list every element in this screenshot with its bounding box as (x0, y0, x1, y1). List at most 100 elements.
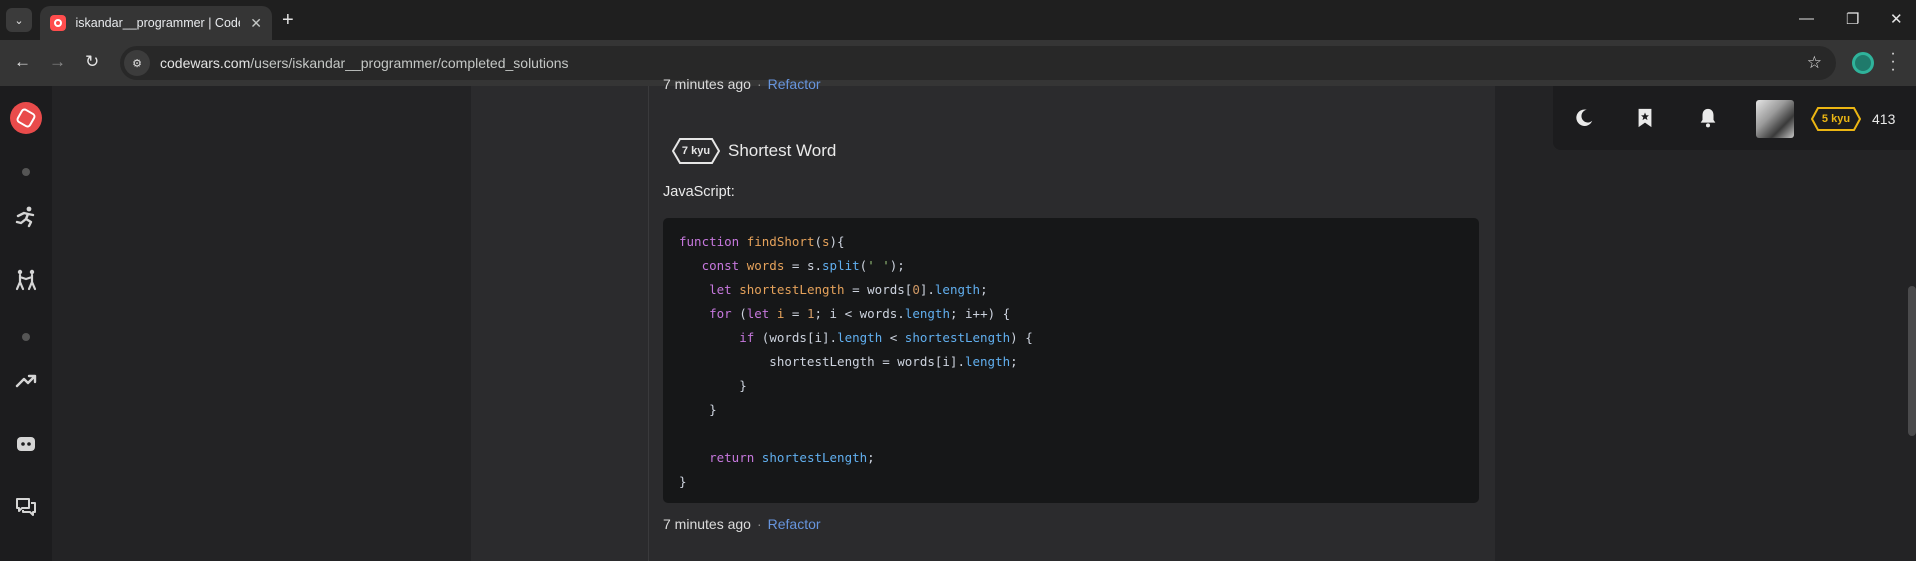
previous-solution-meta: 7 minutes ago · Refactor (663, 76, 821, 92)
code-token: ' ' (867, 258, 890, 273)
discord-icon[interactable] (13, 431, 39, 457)
code-token: ; (980, 282, 988, 297)
code-line: function findShort(s){ (679, 230, 1463, 254)
code-token: words (746, 258, 785, 273)
solution-time: 7 minutes ago (663, 516, 751, 532)
bookmark-icon[interactable] (1631, 104, 1659, 132)
code-token: = (784, 306, 807, 321)
code-token: (words[i]. (761, 330, 838, 345)
new-tab-button[interactable]: + (282, 10, 294, 30)
page: 7 minutes ago · Refactor 7 kyu Shortest Wo… (0, 76, 1916, 561)
code-line: let shortestLength = words[0].length; (679, 278, 1463, 302)
tab-title: iskandar__programmer | Codewars (75, 16, 241, 30)
kyu-rank-label: 5 kyu (1821, 113, 1851, 125)
code-line: for (let i = 1; i < words.length; i++) { (679, 302, 1463, 326)
tab-close-icon[interactable]: ✕ (250, 15, 262, 32)
refactor-link[interactable]: Refactor (768, 76, 821, 92)
extension-icon[interactable] (1852, 52, 1874, 74)
kata-title[interactable]: Shortest Word (728, 141, 836, 161)
code-line: return shortestLength; (679, 446, 1463, 470)
code-token: = words[ (844, 282, 913, 297)
code-token: const (679, 258, 747, 273)
code-token: ); (889, 258, 905, 273)
window-close-button[interactable]: ✕ (1890, 10, 1903, 28)
browser-menu-icon[interactable]: · · · (1890, 46, 1896, 78)
code-token: length (964, 354, 1011, 369)
refactor-link[interactable]: Refactor (768, 516, 821, 532)
codewars-favicon-icon (50, 15, 66, 31)
code-token: function (679, 234, 747, 249)
code-line: } (679, 398, 1463, 422)
bookmark-star-icon[interactable]: ☆ (1807, 53, 1822, 73)
code-token: ( (814, 234, 822, 249)
separator-dot (22, 168, 30, 176)
separator: · (756, 76, 762, 92)
browser-tab-strip: ⌄ iskandar__programmer | Codewars ✕ + — … (0, 0, 1916, 40)
code-token: split (822, 258, 860, 273)
code-token: } (679, 402, 717, 417)
code-token: 1 (806, 306, 815, 321)
code-token: length (837, 330, 883, 345)
url-text: codewars.com/users/iskandar__programmer/… (160, 55, 569, 71)
rank-badge: 7 kyu (672, 138, 720, 164)
code-token: } (679, 474, 687, 489)
code-token: ]. (919, 282, 935, 297)
code-token: shortestLength (761, 450, 868, 465)
code-token: 0 (912, 282, 920, 297)
chevron-down-icon: ⌄ (14, 14, 24, 27)
code-token: < (882, 330, 905, 345)
minimize-button[interactable]: — (1799, 10, 1814, 27)
code-token: let (679, 282, 740, 297)
code-token: ){ (829, 234, 845, 249)
url-host: codewars.com (160, 55, 251, 71)
language-label: JavaScript: (663, 184, 735, 200)
code-line: if (words[i].length < shortestLength) { (679, 326, 1463, 350)
moon-icon[interactable] (1570, 104, 1598, 132)
site-info-icon[interactable]: ⚙ (124, 50, 150, 76)
code-line: shortestLength = words[i].length; (679, 350, 1463, 374)
code-token: = s. (784, 258, 823, 273)
browser-tab[interactable]: iskandar__programmer | Codewars ✕ (40, 6, 272, 40)
code-token: findShort (746, 234, 815, 249)
code-token: length (904, 306, 950, 321)
kyu-rank-badge[interactable]: 5 kyu (1810, 107, 1862, 131)
kumite-icon[interactable] (13, 267, 39, 293)
code-token: ) { (1010, 330, 1033, 345)
avatar[interactable] (1756, 100, 1794, 138)
code-token: let (746, 306, 777, 321)
solution-time: 7 minutes ago (663, 76, 751, 92)
code-token: ( (739, 306, 747, 321)
scrollbar-thumb[interactable] (1908, 286, 1916, 436)
bell-icon[interactable] (1694, 104, 1722, 132)
reload-button[interactable]: ↻ (85, 52, 99, 72)
code-token: shortestLength (739, 282, 845, 297)
code-token: ; i < words. (814, 306, 905, 321)
forward-button[interactable]: → (49, 52, 66, 72)
code-token: return (679, 450, 762, 465)
code-token: s (822, 234, 830, 249)
code-token: shortestLength = words[i]. (679, 354, 965, 369)
practice-icon[interactable] (13, 204, 39, 230)
code-line: } (679, 470, 1463, 494)
trending-icon[interactable] (13, 367, 39, 393)
code-token: ; (867, 450, 875, 465)
browser-toolbar: ← → ↻ ⚙ codewars.com/users/iskandar__pro… (0, 40, 1916, 86)
code-token: ; (1010, 354, 1018, 369)
separator: · (756, 516, 762, 532)
back-button[interactable]: ← (14, 52, 31, 72)
discussion-icon[interactable] (13, 494, 39, 520)
address-bar[interactable]: ⚙ codewars.com/users/iskandar__programme… (120, 46, 1836, 80)
code-line: const words = s.split(' '); (679, 254, 1463, 278)
separator-dot (22, 333, 30, 341)
tab-search-button[interactable]: ⌄ (6, 8, 32, 32)
codewars-logo-icon[interactable] (10, 102, 42, 134)
honor-count: 413 (1872, 111, 1896, 127)
code-token: ; i++) { (949, 306, 1011, 321)
solution-meta: 7 minutes ago · Refactor (663, 516, 821, 532)
kata-heading: 7 kyu Shortest Word (672, 138, 836, 164)
code-token: for (679, 306, 740, 321)
code-line: } (679, 374, 1463, 398)
sidebar (0, 86, 52, 561)
restore-button[interactable]: ❐ (1846, 10, 1859, 28)
